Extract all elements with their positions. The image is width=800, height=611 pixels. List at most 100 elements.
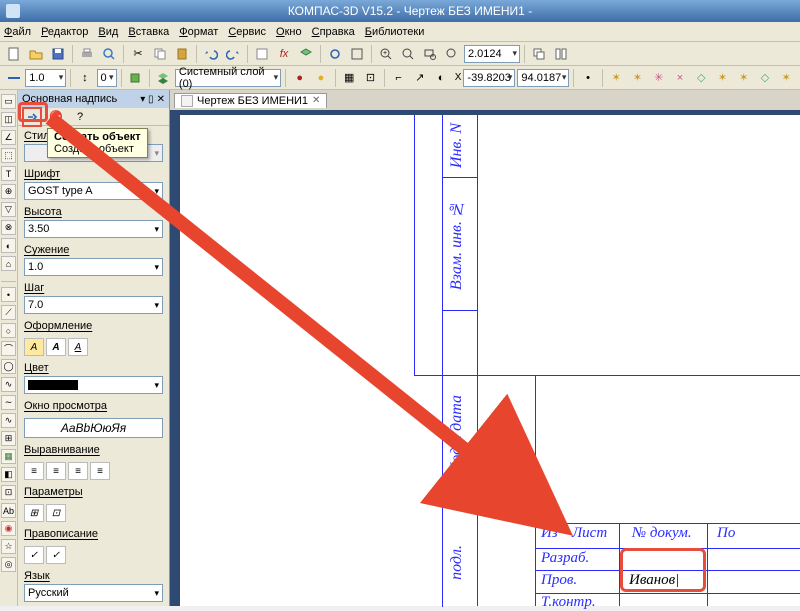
window-cascade-icon[interactable] (529, 44, 549, 64)
strip-icon-3[interactable]: ∠ (1, 130, 16, 145)
cut-icon[interactable]: ✂ (128, 44, 148, 64)
strip-icon-4[interactable]: ⬚ (1, 148, 16, 163)
tool-d-icon[interactable]: × (670, 68, 689, 88)
ortho-icon[interactable] (125, 68, 144, 88)
zoom-window-icon[interactable] (420, 44, 440, 64)
menu-format[interactable]: Формат (179, 26, 218, 38)
stop-icon[interactable]: ⛔ (46, 107, 66, 127)
menu-help[interactable]: Справка (312, 26, 355, 38)
strip-icon-24[interactable]: ◉ (1, 521, 16, 536)
menu-insert[interactable]: Вставка (128, 26, 169, 38)
tool-e-icon[interactable]: ◇ (692, 68, 711, 88)
tool-g-icon[interactable]: ✶ (734, 68, 753, 88)
strip-icon-1[interactable]: ▭ (1, 94, 16, 109)
refresh-icon[interactable] (325, 44, 345, 64)
strip-icon-17[interactable]: ∼ (1, 395, 16, 410)
spell-btn-2[interactable]: ✓ (46, 546, 66, 564)
lang-dropdown[interactable]: Русский (24, 584, 163, 602)
strip-icon-21[interactable]: ◧ (1, 467, 16, 482)
strip-icon-16[interactable]: ∿ (1, 377, 16, 392)
layers-icon[interactable] (296, 44, 316, 64)
preview-icon[interactable] (99, 44, 119, 64)
scale-combo[interactable]: 2.0124 (464, 45, 520, 63)
grid-icon[interactable]: ▦ (340, 68, 359, 88)
strip-icon-15[interactable]: ◯ (1, 359, 16, 374)
tool-a-icon[interactable]: ✶ (607, 68, 626, 88)
create-object-icon[interactable] (22, 107, 42, 127)
menu-libs[interactable]: Библиотеки (365, 26, 425, 38)
strip-icon-22[interactable]: ⊡ (1, 485, 16, 500)
strip-icon-11[interactable]: • (1, 287, 16, 302)
drawing-canvas[interactable]: Чертеж БЕЗ ИМЕНИ1 ✕ Инв. N Взам. инв. № … (170, 90, 800, 606)
zoom-in-icon[interactable]: + (376, 44, 396, 64)
snap-coord-icon[interactable]: ↕ (75, 68, 94, 88)
redo-icon[interactable] (223, 44, 243, 64)
new-icon[interactable] (4, 44, 24, 64)
pin-icon[interactable]: ▾ ▯ (140, 94, 153, 105)
menu-service[interactable]: Сервис (228, 26, 266, 38)
copy-icon[interactable] (150, 44, 170, 64)
align-center-icon[interactable]: ≡ (46, 462, 66, 480)
spell-btn-1[interactable]: ✓ (24, 546, 44, 564)
tab-close-icon[interactable]: ✕ (312, 95, 320, 106)
menu-view[interactable]: Вид (98, 26, 118, 38)
layer-icon[interactable] (154, 68, 173, 88)
strip-icon-23[interactable]: Ab (1, 503, 16, 518)
zoom-prev-icon[interactable] (442, 44, 462, 64)
align-left-icon[interactable]: ≡ (24, 462, 44, 480)
step-dropdown[interactable]: 7.0 (24, 296, 163, 314)
paste-icon[interactable] (172, 44, 192, 64)
strip-icon-9[interactable]: ◐ (1, 238, 16, 253)
layer-combo[interactable]: Системный слой (0) (175, 69, 281, 87)
open-icon[interactable] (26, 44, 46, 64)
coord-x-field[interactable]: -39.8203 (463, 69, 515, 87)
dot-icon[interactable]: • (578, 68, 597, 88)
snap-icon[interactable]: ⊡ (361, 68, 380, 88)
deco-italic-icon[interactable]: A (24, 338, 44, 356)
bullet1-icon[interactable]: ● (290, 68, 309, 88)
sketch-icon[interactable]: ↗ (410, 68, 429, 88)
font-dropdown[interactable]: GOST type A (24, 182, 163, 200)
coord-y-field[interactable]: 94.0187 (517, 69, 569, 87)
tool-c-icon[interactable]: ✳ (649, 68, 668, 88)
zoom-out-icon[interactable] (398, 44, 418, 64)
strip-icon-20[interactable]: ▦ (1, 449, 16, 464)
vars-icon[interactable]: fx (274, 44, 294, 64)
tool-f-icon[interactable]: ✶ (713, 68, 732, 88)
strip-icon-7[interactable]: ▽ (1, 202, 16, 217)
strip-icon-10[interactable]: ⌂ (1, 256, 16, 271)
props-icon[interactable] (252, 44, 272, 64)
menu-bar[interactable]: Файл Редактор Вид Вставка Формат Сервис … (0, 22, 800, 42)
strip-icon-18[interactable]: ∿ (1, 413, 16, 428)
align-right-icon[interactable]: ≡ (68, 462, 88, 480)
bullet2-icon[interactable]: ● (311, 68, 330, 88)
strip-icon-5[interactable]: T (1, 166, 16, 181)
deco-underline-icon[interactable]: A (68, 338, 88, 356)
input-combo[interactable]: 0 (97, 69, 117, 87)
print-icon[interactable] (77, 44, 97, 64)
menu-edit[interactable]: Редактор (41, 26, 88, 38)
tool-b-icon[interactable]: ✶ (628, 68, 647, 88)
save-icon[interactable] (48, 44, 68, 64)
tool-i-icon[interactable]: ✶ (777, 68, 796, 88)
strip-icon-14[interactable]: ⌒ (1, 341, 16, 356)
help-icon[interactable]: ? (70, 107, 90, 127)
param-btn-2[interactable]: ⊡ (46, 504, 66, 522)
strip-icon-8[interactable]: ⊗ (1, 220, 16, 235)
menu-file[interactable]: Файл (4, 26, 31, 38)
menu-window[interactable]: Окно (276, 26, 302, 38)
document-tab[interactable]: Чертеж БЕЗ ИМЕНИ1 ✕ (174, 93, 327, 108)
deco-bold-icon[interactable]: A (46, 338, 66, 356)
strip-icon-25[interactable]: ☆ (1, 539, 16, 554)
strip-icon-6[interactable]: ⊕ (1, 184, 16, 199)
align-justify-icon[interactable]: ≡ (90, 462, 110, 480)
lineweight-combo[interactable]: 1.0 (25, 69, 66, 87)
close-panel-icon[interactable]: ✕ (157, 94, 165, 105)
strip-icon-26[interactable]: ◎ (1, 557, 16, 572)
strip-icon-19[interactable]: ⊞ (1, 431, 16, 446)
tool-h-icon[interactable]: ◇ (755, 68, 774, 88)
param-btn-1[interactable]: ⊞ (24, 504, 44, 522)
window-tile-icon[interactable] (551, 44, 571, 64)
drawing-page[interactable]: Инв. N Взам. инв. № Подп. дата подл. Из (180, 115, 800, 606)
coordsys-icon[interactable]: ◐ (432, 68, 451, 88)
